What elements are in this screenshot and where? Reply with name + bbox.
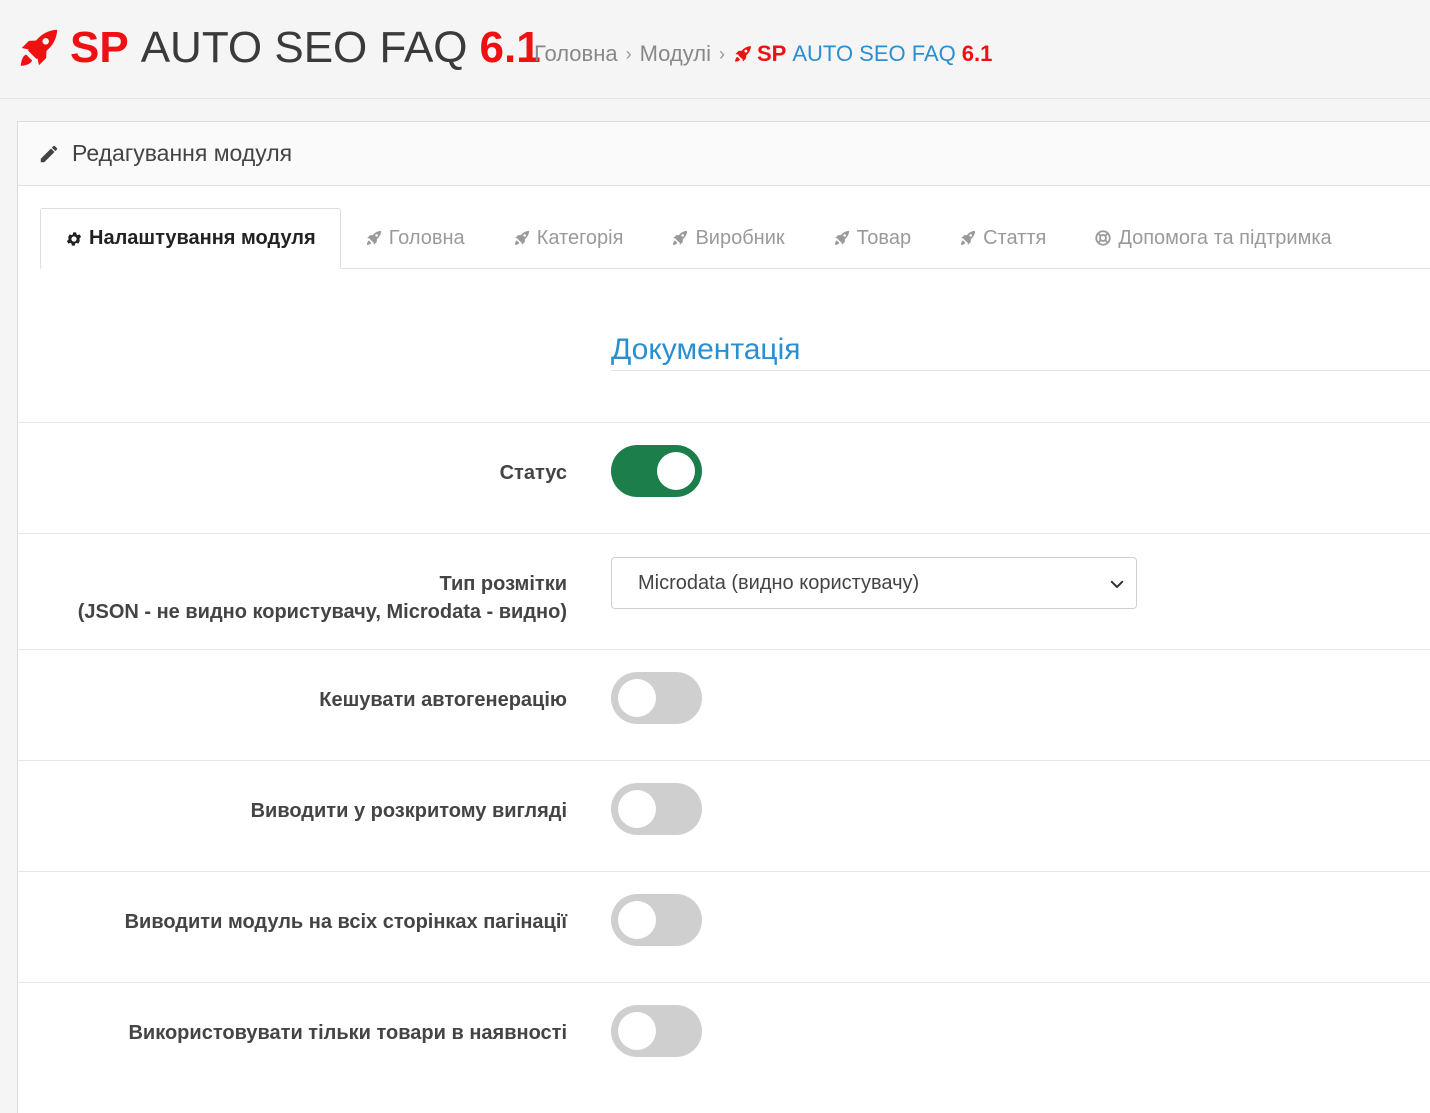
form-row-status: Статус xyxy=(18,422,1430,533)
breadcrumb-separator: › xyxy=(719,43,725,64)
status-label: Статус xyxy=(499,462,567,484)
in-stock-only-label: Використовувати тільки товари в наявност… xyxy=(128,1022,567,1044)
tab-label: Товар xyxy=(856,226,912,249)
rocket-icon xyxy=(366,230,381,245)
tab-label: Головна xyxy=(388,226,465,249)
all-pagination-label: Виводити модуль на всіх сторінках пагіна… xyxy=(124,911,567,933)
form-row-cache-autogen: Кешувати автогенерацію xyxy=(18,649,1430,760)
tabs: Налаштування модуля Головна Категорія Ви… xyxy=(40,208,1430,269)
chevron-down-icon xyxy=(1110,580,1124,588)
breadcrumb-current-version: 6.1 xyxy=(961,41,993,66)
title-version: 6.1 xyxy=(479,23,541,72)
all-pagination-toggle[interactable] xyxy=(611,894,702,946)
page-title: SP AUTO SEO FAQ 6.1 xyxy=(16,20,541,76)
breadcrumb-modules[interactable]: Модулі xyxy=(640,41,711,67)
breadcrumb-home[interactable]: Головна xyxy=(534,41,618,67)
toggle-knob xyxy=(618,1012,656,1050)
breadcrumb-separator: › xyxy=(625,43,632,64)
tab-help-support[interactable]: Допомога та підтримка xyxy=(1070,208,1355,268)
life-ring-icon xyxy=(1095,230,1111,246)
rocket-icon xyxy=(673,230,688,245)
breadcrumb-current-main: AUTO SEO FAQ xyxy=(792,41,956,66)
panel-heading-title: Редагування модуля xyxy=(72,140,293,166)
form-row-all-pagination: Виводити модуль на всіх сторінках пагіна… xyxy=(18,871,1430,982)
toggle-knob xyxy=(618,790,656,828)
tab-label: Виробник xyxy=(695,226,785,249)
expanded-view-label: Виводити у розкритому вигляді xyxy=(250,800,567,822)
tab-label: Допомога та підтримка xyxy=(1118,226,1332,249)
tab-label: Налаштування модуля xyxy=(89,227,316,249)
toggle-knob xyxy=(657,452,695,490)
tab-manufacturer[interactable]: Виробник xyxy=(647,208,808,268)
expanded-view-toggle[interactable] xyxy=(611,783,702,835)
tab-category[interactable]: Категорія xyxy=(489,208,648,268)
title-main: AUTO SEO FAQ xyxy=(140,23,468,72)
rocket-icon xyxy=(20,29,58,66)
breadcrumb-current[interactable]: SP AUTO SEO FAQ 6.1 xyxy=(733,41,992,67)
panel-heading: Редагування модуля xyxy=(18,122,1430,186)
breadcrumb: Головна › Модулі › SP AUTO SEO FAQ 6.1 xyxy=(534,38,992,70)
tab-label: Категорія xyxy=(536,226,624,249)
markup-type-selected: Microdata (видно користувачу) xyxy=(638,571,920,594)
markup-type-select[interactable]: Microdata (видно користувачу) xyxy=(611,557,1137,609)
form-row-in-stock-only: Використовувати тільки товари в наявност… xyxy=(18,982,1430,1093)
form-row-markup-type: Тип розмітки (JSON - не видно користувач… xyxy=(18,533,1430,649)
documentation-section: Документація xyxy=(611,327,1430,371)
cache-autogen-toggle[interactable] xyxy=(611,672,702,724)
toggle-knob xyxy=(618,679,656,717)
breadcrumb-current-sp: SP xyxy=(757,41,787,66)
tab-product[interactable]: Товар xyxy=(809,208,935,268)
rocket-icon xyxy=(960,230,976,245)
rocket-icon xyxy=(514,230,529,245)
tab-label: Стаття xyxy=(983,226,1047,249)
cache-autogen-label: Кешувати автогенерацію xyxy=(319,689,567,711)
rocket-icon xyxy=(834,230,849,245)
edit-module-panel: Редагування модуля Налаштування модуля Г… xyxy=(17,121,1430,1113)
tab-article[interactable]: Стаття xyxy=(935,208,1070,268)
title-sp: SP xyxy=(70,23,129,72)
in-stock-only-toggle[interactable] xyxy=(611,1005,702,1057)
status-toggle[interactable] xyxy=(611,445,702,497)
markup-type-hint: (JSON - не видно користувачу, Microdata … xyxy=(77,601,567,623)
markup-type-label: Тип розмітки xyxy=(439,573,567,595)
rocket-icon xyxy=(735,46,751,62)
page-header: SP AUTO SEO FAQ 6.1 Головна › Модулі › S… xyxy=(0,0,1430,99)
pencil-icon xyxy=(40,145,58,162)
toggle-knob xyxy=(618,901,656,939)
gear-icon xyxy=(66,231,82,246)
tab-module-settings[interactable]: Налаштування модуля xyxy=(40,208,341,269)
documentation-link[interactable]: Документація xyxy=(611,333,801,367)
form-row-expanded-view: Виводити у розкритому вигляді xyxy=(18,760,1430,871)
tab-home[interactable]: Головна xyxy=(341,208,489,268)
